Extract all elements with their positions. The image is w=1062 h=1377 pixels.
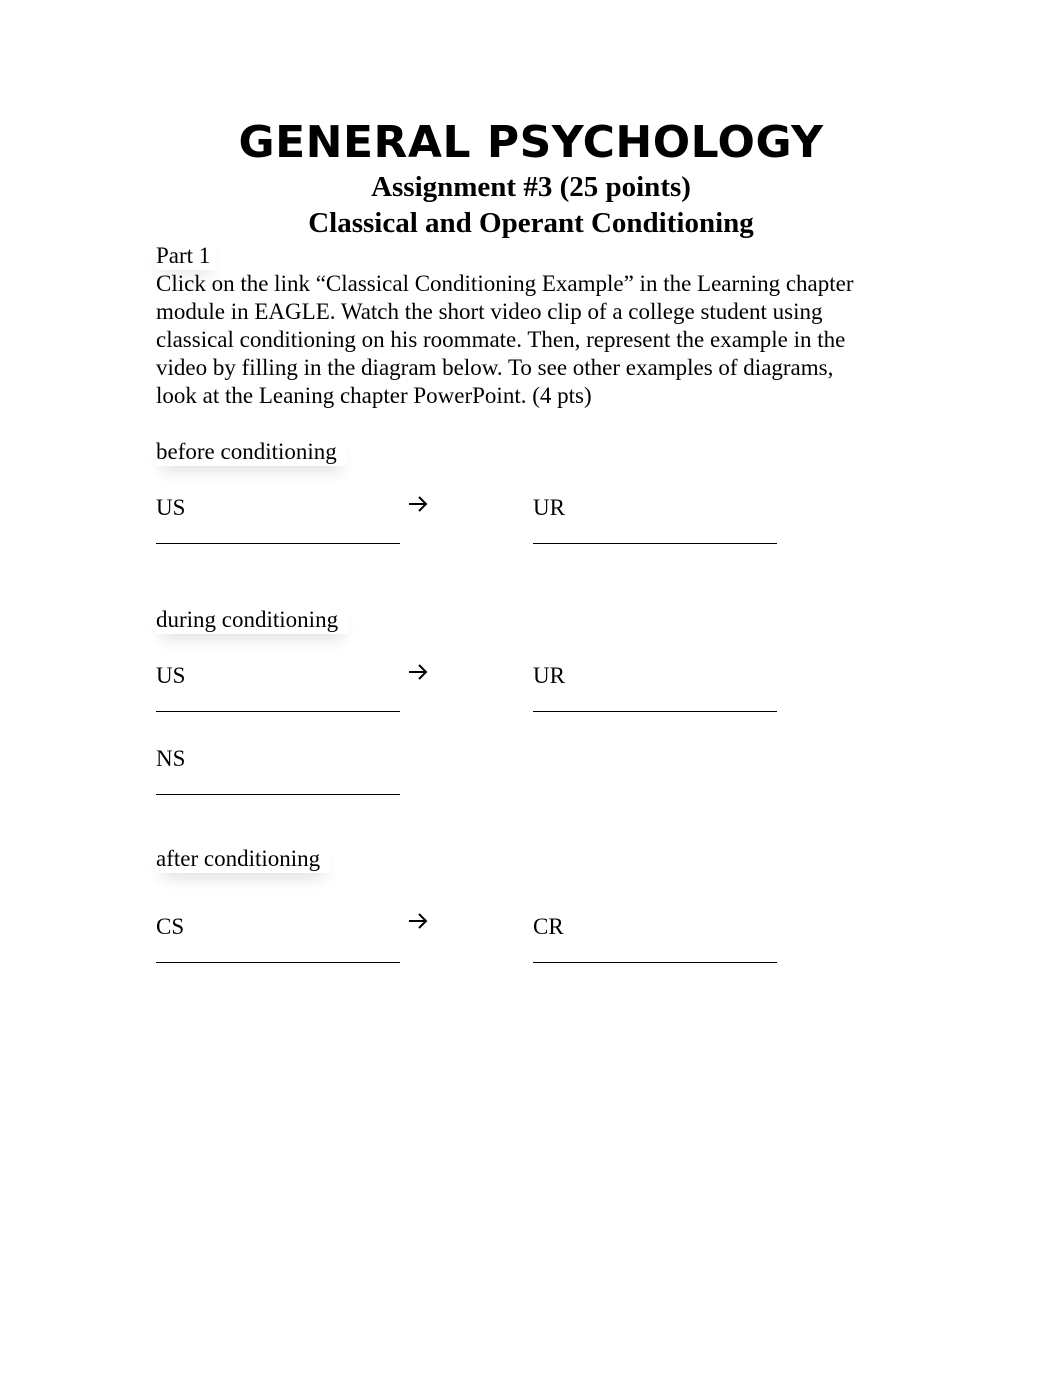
topic-title: Classical and Operant Conditioning — [308, 207, 754, 239]
instructions-line: classical conditioning on his roommate. … — [156, 327, 846, 352]
answer-blank-us[interactable] — [156, 543, 400, 544]
right-arrow-icon — [406, 662, 430, 682]
answer-blank-ur[interactable] — [533, 711, 777, 712]
term-ur: UR — [533, 495, 565, 520]
answer-blank-us[interactable] — [156, 711, 400, 712]
course-title: GENERAL PSYCHOLOGY — [238, 117, 824, 168]
answer-blank-ur[interactable] — [533, 543, 777, 544]
term-cr: CR — [533, 914, 564, 939]
term-us: US — [156, 663, 186, 688]
section-label-during-conditioning: during conditioning — [156, 606, 348, 634]
instructions-line: module in EAGLE. Watch the short video c… — [156, 299, 823, 324]
part-label: Part 1 — [156, 242, 216, 270]
term-us: US — [156, 495, 186, 520]
term-ns: NS — [156, 746, 186, 771]
instructions-paragraph: Click on the link “Classical Conditionin… — [156, 270, 916, 410]
right-arrow-icon — [406, 911, 430, 931]
answer-blank-cs[interactable] — [156, 962, 400, 963]
term-ur: UR — [533, 663, 565, 688]
instructions-line: video by filling in the diagram below. T… — [156, 355, 834, 380]
section-label-after-conditioning: after conditioning — [156, 845, 330, 873]
right-arrow-icon — [406, 494, 430, 514]
instructions-line: Click on the link “Classical Conditionin… — [156, 271, 854, 296]
assignment-title: Assignment #3 (25 points) — [371, 171, 691, 203]
section-label-before-conditioning: before conditioning — [156, 438, 347, 466]
instructions-line: look at the Leaning chapter PowerPoint. … — [156, 383, 592, 408]
answer-blank-ns[interactable] — [156, 794, 400, 795]
term-cs: CS — [156, 914, 185, 939]
answer-blank-cr[interactable] — [533, 962, 777, 963]
